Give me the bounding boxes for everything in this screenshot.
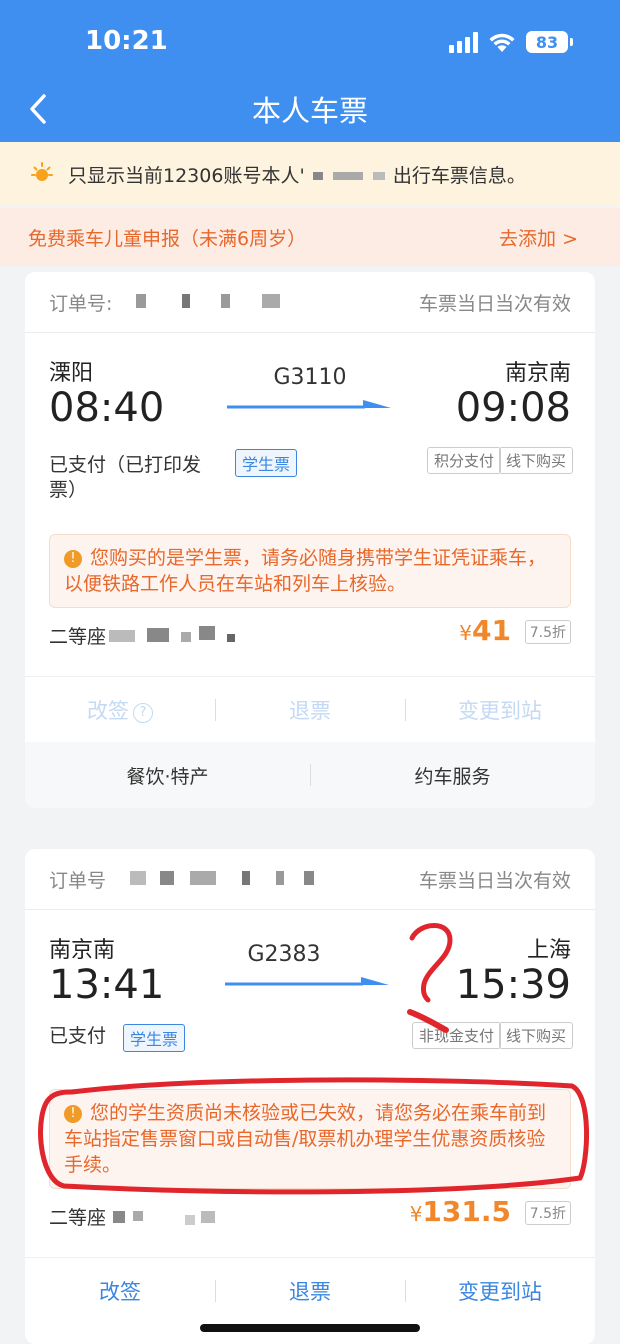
refund-button[interactable]: 退票	[215, 1276, 405, 1306]
currency-symbol: ¥	[459, 621, 473, 645]
discount-badge: 7.5折	[524, 620, 571, 644]
ticket-card-header: 订单号: 车票当日当次有效	[25, 272, 595, 333]
purchase-channel-badge: 线下购买	[498, 447, 573, 474]
seat-class: 二等座	[49, 626, 107, 648]
warning-text: 您购买的是学生票，请务必随身携带学生证凭证乘车，以便铁路工作人员在车站和列车上核…	[64, 547, 547, 595]
payment-method-badge: 非现金支付	[411, 1022, 501, 1049]
departure-time: 08:40	[49, 385, 165, 431]
redacted-mark	[332, 172, 363, 180]
change-destination-button[interactable]: 变更到站	[405, 1276, 595, 1306]
notice-suffix: 出行车票信息。	[392, 164, 526, 187]
status-icons: 83	[449, 28, 573, 56]
child-report-label: 免费乘车儿童申报（未满6周岁）	[28, 227, 307, 250]
ride-hailing-button[interactable]: 约车服务	[310, 762, 595, 789]
currency-symbol: ¥	[409, 1202, 423, 1226]
redacted-order-number	[122, 291, 280, 313]
order-number-label: 订单号	[49, 869, 107, 892]
seat-row: 二等座 ¥131.5 7.5折	[49, 1195, 571, 1231]
redacted-mark	[312, 172, 323, 180]
payment-method-badge: 积分支付	[426, 447, 501, 474]
arrow-right-icon	[227, 400, 391, 409]
app-header: 10:21 83 本人车票	[0, 0, 620, 142]
notice-text: 只显示当前12306账号本人' 出行车票信息。	[68, 161, 526, 188]
service-bar: 餐饮·特产 约车服务	[25, 742, 595, 808]
food-specialty-button[interactable]: 餐饮·特产	[25, 762, 310, 789]
payment-status: 已支付	[49, 1025, 107, 1047]
arrival-time: 09:08	[455, 385, 571, 431]
payment-status: 已支付（已打印发票）	[49, 454, 202, 501]
battery-icon: 83	[526, 31, 573, 53]
sun-icon	[31, 162, 53, 181]
ticket-card[interactable]: 订单号: 车票当日当次有效 溧阳 08:40 G3110 南京南 09:08 已…	[25, 272, 595, 808]
help-icon[interactable]: ?	[133, 703, 153, 723]
student-ticket-badge: 学生票	[123, 1024, 186, 1052]
child-report-bar[interactable]: 免费乘车儿童申报（未满6周岁） 去添加 >	[0, 208, 620, 266]
price-value: 41	[472, 614, 511, 647]
arrival-station: 南京南	[504, 361, 571, 386]
arrival-station: 上海	[526, 938, 571, 963]
purchase-channel-badge: 线下购买	[498, 1022, 573, 1049]
payment-row: 已支付 学生票 非现金支付 线下购买	[25, 1022, 595, 1090]
refund-button[interactable]: 退票	[215, 695, 405, 725]
payment-row: 已支付（已打印发票） 学生票 积分支付 线下购买	[25, 447, 595, 513]
route-info: 南京南 13:41 G2383 上海 15:39	[25, 910, 595, 1030]
ticket-validity: 车票当日当次有效	[418, 869, 571, 892]
warning-icon: !	[64, 1105, 82, 1123]
battery-level: 83	[535, 32, 559, 52]
add-child-link[interactable]: 去添加 >	[499, 224, 578, 251]
ticket-actions: 改签? 退票 变更到站	[25, 676, 595, 743]
discount-badge: 7.5折	[524, 1201, 571, 1225]
student-ticket-badge: 学生票	[235, 449, 298, 477]
warning-box: ! 您购买的是学生票，请务必随身携带学生证凭证乘车，以便铁路工作人员在车站和列车上…	[49, 534, 571, 608]
ticket-price: ¥41	[459, 614, 511, 647]
signal-icon	[449, 31, 478, 53]
wifi-icon	[489, 33, 515, 52]
ticket-card-header: 订单号 车票当日当次有效	[25, 849, 595, 910]
warning-text: 您的学生资质尚未核验或已失效，请您务必在乘车前到车站指定售票窗口或自动售/取票机…	[64, 1102, 547, 1176]
notice-prefix: 只显示当前12306账号本人'	[68, 164, 305, 187]
page-title: 本人车票	[251, 94, 368, 128]
change-ticket-button[interactable]: 改签	[25, 1276, 215, 1306]
redacted-order-number	[116, 868, 315, 890]
status-time: 10:21	[85, 26, 168, 56]
change-destination-button[interactable]: 变更到站	[405, 695, 595, 725]
redacted-mark	[372, 172, 385, 180]
ticket-validity: 车票当日当次有效	[418, 292, 571, 315]
seat-row: 二等座 ¥41 7.5折	[49, 614, 571, 650]
seat-class: 二等座	[49, 1207, 107, 1229]
ticket-price: ¥131.5	[410, 1195, 511, 1228]
departure-time: 13:41	[49, 962, 165, 1008]
change-ticket-button[interactable]: 改签?	[25, 695, 215, 725]
order-number-label: 订单号:	[49, 292, 113, 315]
arrow-right-icon	[225, 977, 389, 986]
arrival-time: 15:39	[455, 962, 571, 1008]
ticket-actions: 改签 退票 变更到站	[25, 1257, 595, 1324]
ticket-card[interactable]: 订单号 车票当日当次有效 南京南 13:41 G2383 上海 15:39 已支…	[25, 849, 595, 1344]
home-indicator	[200, 1324, 420, 1332]
warning-icon: !	[64, 550, 82, 568]
notice-bar: 只显示当前12306账号本人' 出行车票信息。	[0, 142, 620, 206]
price-value: 131.5	[422, 1195, 511, 1228]
route-info: 溧阳 08:40 G3110 南京南 09:08	[25, 333, 595, 453]
change-ticket-label: 改签	[87, 699, 129, 723]
warning-box: ! 您的学生资质尚未核验或已失效，请您务必在乘车前到车站指定售票窗口或自动售/取票…	[49, 1089, 571, 1189]
